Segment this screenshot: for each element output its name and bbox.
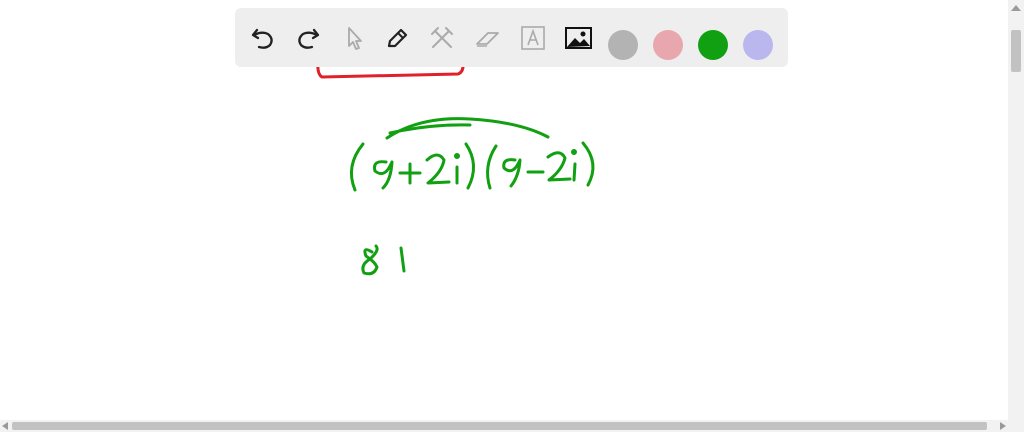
tools-icon xyxy=(431,27,453,48)
undo-button[interactable] xyxy=(246,21,280,55)
scroll-right-arrow-icon[interactable] xyxy=(1000,422,1006,430)
text-tool-button[interactable] xyxy=(516,21,550,55)
color-swatch-gray[interactable] xyxy=(608,30,638,60)
color-swatch-pink[interactable] xyxy=(653,30,683,60)
image-icon xyxy=(565,27,592,49)
redo-button[interactable] xyxy=(291,21,325,55)
drawing-toolbar xyxy=(235,8,788,67)
tools-button[interactable] xyxy=(425,21,459,55)
horizontal-scroll-thumb[interactable] xyxy=(12,422,987,430)
vertical-scroll-thumb[interactable] xyxy=(1011,30,1021,72)
scroll-up-arrow-icon[interactable] xyxy=(1011,5,1021,11)
pointer-icon xyxy=(348,27,362,50)
scroll-left-arrow-icon[interactable] xyxy=(2,422,8,430)
color-swatch-lavender[interactable] xyxy=(743,30,773,60)
select-tool-button[interactable] xyxy=(336,21,370,55)
text-icon xyxy=(521,26,545,50)
pen-icon xyxy=(387,28,408,48)
undo-icon xyxy=(251,28,273,49)
pen-tool-button[interactable] xyxy=(380,21,414,55)
image-tool-button[interactable] xyxy=(561,21,595,55)
eraser-tool-button[interactable] xyxy=(470,21,504,55)
eraser-icon xyxy=(476,32,499,47)
redo-icon xyxy=(298,28,320,49)
color-swatch-green[interactable] xyxy=(698,30,728,60)
